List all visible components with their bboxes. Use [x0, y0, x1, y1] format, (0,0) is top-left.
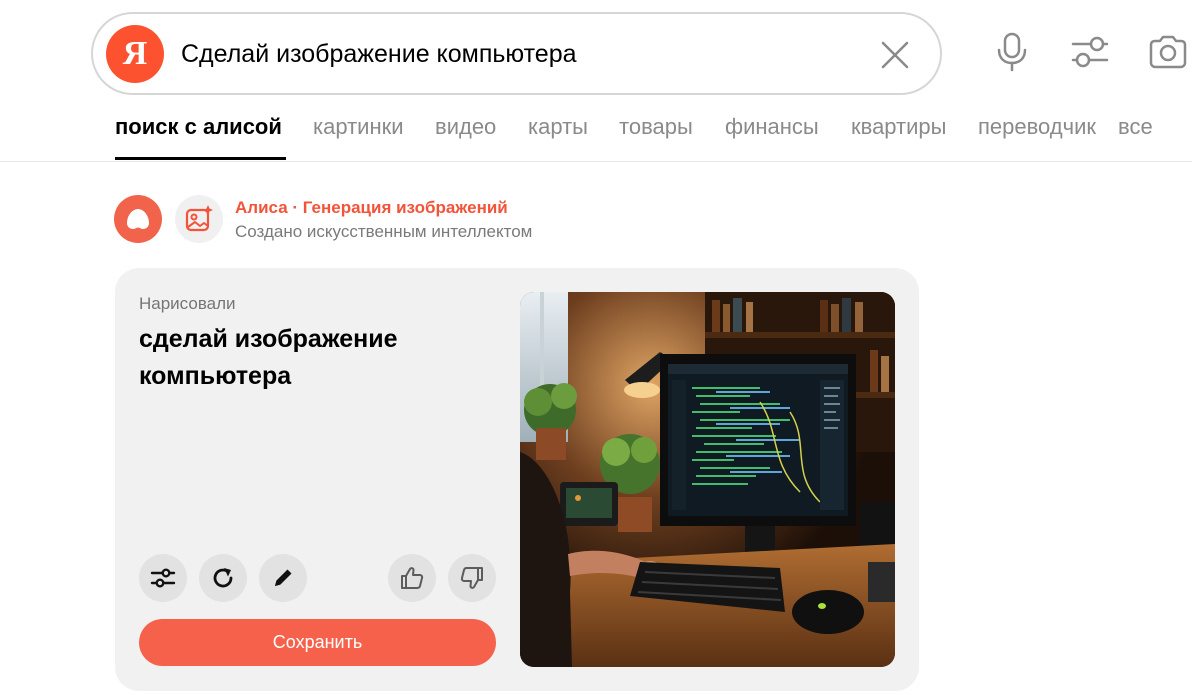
image-generation-badge	[175, 195, 223, 243]
active-tab-indicator	[115, 157, 286, 160]
tab-products[interactable]: товары	[619, 114, 693, 140]
regenerate-button[interactable]	[199, 554, 247, 602]
search-input[interactable]	[181, 32, 861, 76]
card-title: сделай изображение компьютера	[139, 325, 398, 390]
image-search-button[interactable]	[1146, 30, 1190, 74]
tab-finance[interactable]: финансы	[725, 114, 819, 140]
search-tabs: поиск с алисой картинки видео карты това…	[0, 100, 1192, 162]
tab-images[interactable]: картинки	[313, 114, 404, 140]
voice-search-button[interactable]	[990, 30, 1034, 74]
settings-icon	[150, 568, 176, 588]
settings-button[interactable]	[139, 554, 187, 602]
source-subtitle: Создано искусственным интеллектом	[235, 222, 533, 241]
yandex-logo[interactable]: Я	[106, 25, 164, 83]
like-button[interactable]	[388, 554, 436, 602]
tab-translator[interactable]: переводчик	[978, 114, 1096, 140]
generated-image-card: Нарисовали сделай изображение компьютера	[115, 268, 919, 691]
search-bar: Я	[91, 12, 942, 95]
close-icon	[881, 41, 909, 69]
computer-illustration	[520, 292, 895, 667]
tab-apartments[interactable]: квартиры	[851, 114, 946, 140]
card-eyebrow: Нарисовали	[139, 294, 236, 313]
alice-avatar	[114, 195, 162, 243]
refresh-icon	[213, 568, 233, 588]
source-title[interactable]: Алиса · Генерация изображений	[235, 198, 508, 218]
tab-video[interactable]: видео	[435, 114, 496, 140]
dislike-button[interactable]	[448, 554, 496, 602]
generated-image[interactable]	[520, 292, 895, 667]
tab-alice-search[interactable]: поиск с алисой	[115, 114, 282, 140]
clear-search-button[interactable]	[875, 35, 915, 75]
microphone-icon	[997, 32, 1027, 72]
tab-all[interactable]: все	[1118, 114, 1153, 140]
search-settings-button[interactable]	[1068, 30, 1112, 74]
alice-logo-icon	[127, 209, 149, 229]
image-sparkle-icon	[185, 205, 213, 232]
tab-maps[interactable]: карты	[528, 114, 588, 140]
camera-icon	[1149, 35, 1187, 69]
save-button[interactable]: Сохранить	[139, 619, 496, 666]
pencil-icon	[275, 569, 292, 586]
thumbs-up-icon	[401, 567, 424, 589]
page: Я поиск с алисой картинки ви	[0, 0, 1192, 695]
sliders-icon	[1071, 36, 1109, 68]
edit-button[interactable]	[259, 554, 307, 602]
thumbs-down-icon	[460, 567, 483, 589]
